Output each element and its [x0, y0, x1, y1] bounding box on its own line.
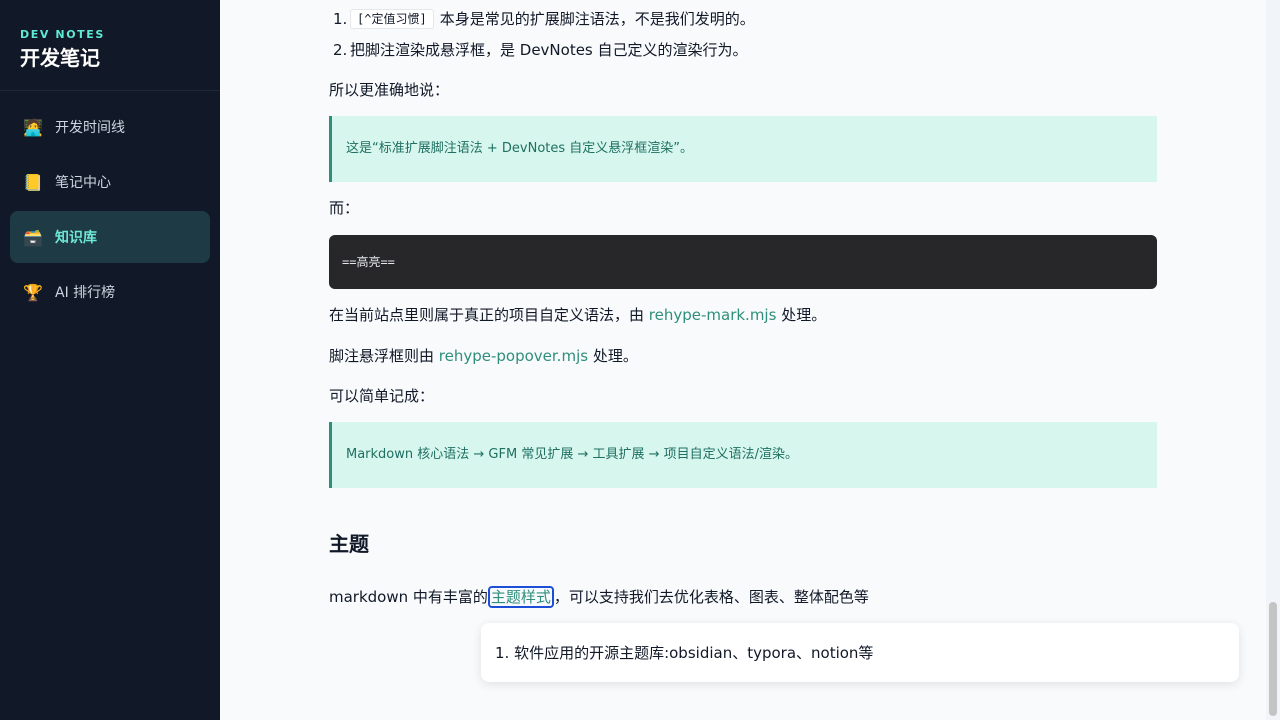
- popover-text: 1. 软件应用的开源主题库:obsidian、typora、notion等: [495, 644, 874, 662]
- brand: DEV NOTES 开发笔记: [0, 0, 220, 91]
- paragraph: 所以更准确地说：: [329, 81, 450, 99]
- section-heading: 主题: [329, 532, 369, 556]
- paragraph-text: 在当前站点里则属于真正的项目自定义语法，由: [329, 306, 649, 324]
- sidebar-item-label: AI 排行榜: [55, 285, 116, 301]
- code-text: ==高亮==: [342, 255, 395, 269]
- callout-text: 这是“标准扩展脚注语法 + DevNotes 自定义悬浮框渲染”。: [346, 141, 694, 156]
- paragraph-text: 处理。: [776, 306, 827, 324]
- brand-subtitle: DEV NOTES: [20, 28, 105, 41]
- sidebar-item-label: 开发时间线: [55, 120, 125, 136]
- theme-style-footnote-link[interactable]: 主题样式: [487, 586, 554, 608]
- list-item: 1. [^定值习惯] 本身是常见的扩展脚注语法，不是我们发明的。: [333, 8, 755, 30]
- paragraph-text: 脚注悬浮框则由: [329, 347, 439, 365]
- sidebar-item-timeline[interactable]: 🧑‍💻 开发时间线: [10, 101, 210, 153]
- sidebar-item-ai-ranking[interactable]: 🏆 AI 排行榜: [10, 266, 210, 318]
- sidebar-item-notes[interactable]: 📒 笔记中心: [10, 156, 210, 208]
- callout-box: 这是“标准扩展脚注语法 + DevNotes 自定义悬浮框渲染”。: [329, 116, 1157, 182]
- list-number: 1.: [333, 10, 348, 28]
- code-block: ==高亮==: [329, 235, 1157, 289]
- callout-box: Markdown 核心语法 → GFM 常见扩展 → 工具扩展 → 项目自定义语…: [329, 422, 1157, 488]
- sidebar-item-label: 知识库: [55, 230, 97, 246]
- scrollbar-thumb[interactable]: [1269, 602, 1277, 716]
- rehype-mark-link[interactable]: rehype-mark.mjs: [649, 306, 777, 324]
- paragraph: 而：: [329, 199, 360, 217]
- footnote-popover: 1. 软件应用的开源主题库:obsidian、typora、notion等: [481, 623, 1239, 682]
- paragraph-text: ，可以支持我们去优化表格、图表、整体配色等: [553, 588, 869, 606]
- list-number: 2.: [333, 41, 348, 59]
- paragraph-text: markdown 中有丰富的: [329, 588, 488, 606]
- sidebar: DEV NOTES 开发笔记 🧑‍💻 开发时间线 📒 笔记中心 🗃️ 知识库 🏆…: [0, 0, 220, 720]
- paragraph-text: 处理。: [588, 347, 638, 365]
- rehype-popover-link[interactable]: rehype-popover.mjs: [439, 347, 588, 365]
- callout-text: Markdown 核心语法 → GFM 常见扩展 → 工具扩展 → 项目自定义语…: [346, 447, 799, 462]
- archive-box-icon: 🗃️: [23, 227, 43, 247]
- sidebar-item-knowledge-base[interactable]: 🗃️ 知识库: [10, 211, 210, 263]
- brand-title: 开发笔记: [20, 46, 100, 70]
- paragraph: 脚注悬浮框则由 rehype-popover.mjs 处理。: [329, 345, 638, 367]
- paragraph: markdown 中有丰富的 主题样式 ，可以支持我们去优化表格、图表、整体配色等: [329, 586, 869, 608]
- list-item: 2. 把脚注渲染成悬浮框，是 DevNotes 自己定义的渲染行为。: [333, 39, 748, 61]
- inline-code: [^定值习惯]: [350, 9, 434, 29]
- paragraph: 可以简单记成：: [329, 387, 435, 405]
- developer-icon: 🧑‍💻: [23, 117, 43, 137]
- list-item-text: 本身是常见的扩展脚注语法，不是我们发明的。: [439, 10, 755, 28]
- trophy-icon: 🏆: [23, 282, 43, 302]
- sidebar-nav: 🧑‍💻 开发时间线 📒 笔记中心 🗃️ 知识库 🏆 AI 排行榜: [0, 91, 220, 331]
- scroll-icon: 📒: [23, 172, 43, 192]
- sidebar-item-label: 笔记中心: [55, 175, 111, 191]
- list-item-text: 把脚注渲染成悬浮框，是 DevNotes 自己定义的渲染行为。: [350, 41, 748, 59]
- scrollbar[interactable]: [1266, 0, 1280, 720]
- paragraph: 在当前站点里则属于真正的项目自定义语法，由 rehype-mark.mjs 处理…: [329, 304, 826, 326]
